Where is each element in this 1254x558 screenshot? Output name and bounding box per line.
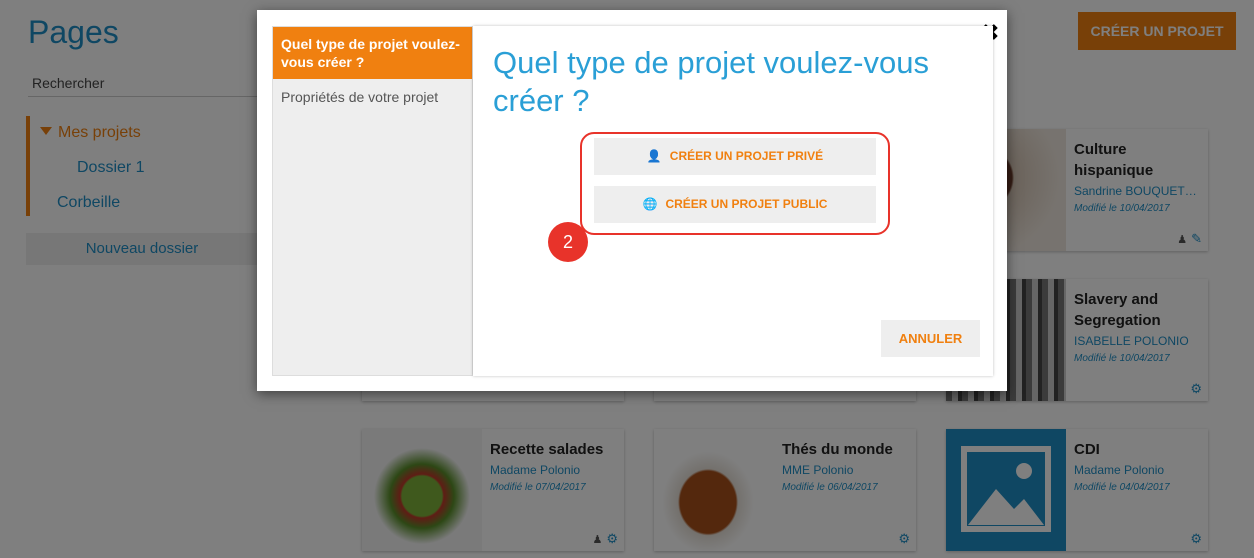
- dialog-heading: Quel type de projet voulez-vous créer ?: [493, 45, 929, 118]
- highlight-outline: 👤 CRÉER UN PROJET PRIVÉ 🌐 CRÉER UN PROJET …: [580, 132, 890, 235]
- cancel-button[interactable]: ANNULER: [881, 320, 980, 357]
- step-project-properties[interactable]: Propriétés de votre projet: [273, 79, 472, 115]
- dialog-content: Quel type de projet voulez-vous créer ? …: [473, 26, 993, 376]
- project-type-dialog: ✖ Quel type de projet voulez-vous créer …: [257, 10, 1007, 391]
- wizard-steps: Quel type de projet voulez-vous créer ? …: [272, 26, 473, 376]
- globe-icon: 🌐: [642, 197, 658, 211]
- create-public-project-button[interactable]: 🌐 CRÉER UN PROJET PUBLIC: [594, 186, 876, 223]
- step-project-type[interactable]: Quel type de projet voulez-vous créer ?: [273, 27, 472, 79]
- user-icon: 👤: [646, 149, 662, 163]
- create-private-project-button[interactable]: 👤 CRÉER UN PROJET PRIVÉ: [594, 138, 876, 175]
- step-number-badge: 2: [548, 222, 588, 262]
